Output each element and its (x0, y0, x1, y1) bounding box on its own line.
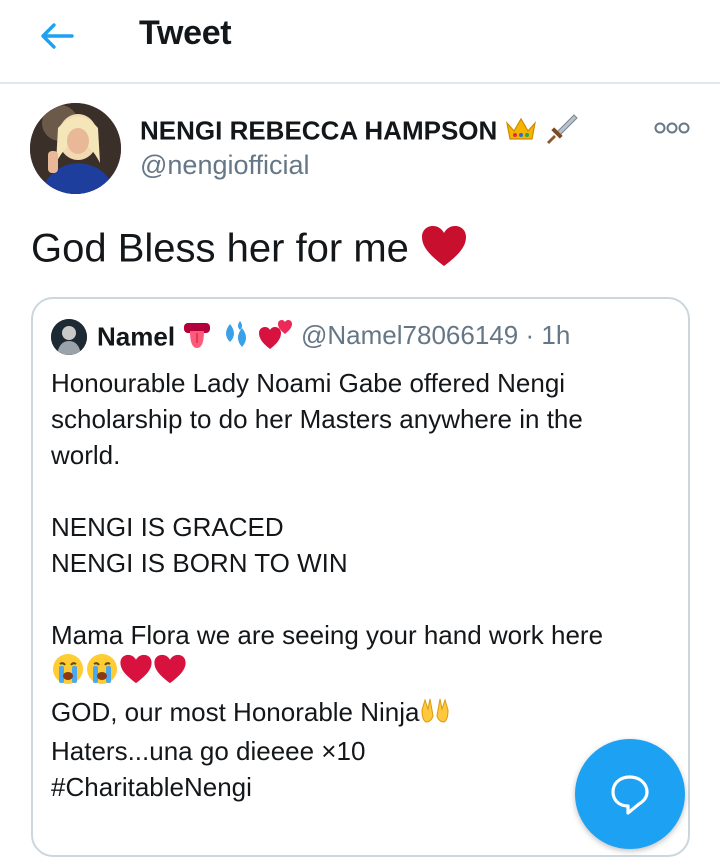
text-line: Honourable Lady Noami Gabe offered Nengi (51, 368, 566, 398)
red-heart-icon (153, 653, 187, 694)
arrow-left-icon (41, 23, 74, 49)
raising-hands-icon (419, 696, 451, 733)
author-name[interactable]: NENGI REBECCA HAMPSON (140, 113, 578, 152)
back-button[interactable] (38, 18, 78, 54)
crown-icon (505, 115, 537, 150)
quoted-tweet-text: Honourable Lady Noami Gabe offered Nengi… (51, 365, 671, 805)
author-handle[interactable]: @nengiofficial (140, 150, 310, 181)
red-heart-icon (119, 653, 153, 694)
emoji-line (51, 653, 671, 694)
two-hearts-icon (258, 319, 293, 358)
text-line: Haters...una go dieeee ×10 (51, 735, 366, 766)
quoted-time: 1h (541, 320, 571, 350)
tweet-text: God Bless her for me (31, 224, 468, 278)
text-line: NENGI IS BORN TO WIN (51, 548, 348, 578)
text-line: world. (51, 440, 121, 470)
dagger-icon (544, 113, 578, 152)
crying-face-icon (85, 653, 119, 694)
avatar[interactable] (30, 103, 121, 194)
quoted-author-name: Namel (97, 319, 293, 358)
reply-icon (611, 775, 649, 815)
text-line: GOD, our most Honorable Ninja (51, 694, 671, 733)
text-line: NENGI IS GRACED (51, 512, 284, 542)
quoted-meta: @Namel78066149 · 1h (301, 320, 570, 351)
sweat-droplets-icon (220, 320, 252, 357)
reply-fab-button[interactable] (575, 739, 685, 849)
crying-face-icon (51, 653, 85, 694)
top-bar: Tweet (0, 0, 720, 84)
text-line: Mama Flora we are seeing your hand work … (51, 620, 604, 650)
text-line: scholarship to do her Masters anywhere i… (51, 404, 583, 434)
tongue-icon (182, 321, 212, 356)
more-options-button[interactable] (652, 120, 692, 136)
red-heart-icon (420, 224, 468, 278)
page-title: Tweet (139, 14, 232, 52)
more-options-icon (654, 122, 690, 134)
meta-separator: · (525, 320, 535, 350)
quoted-avatar (51, 319, 87, 355)
quoted-handle: @Namel78066149 (301, 320, 519, 350)
